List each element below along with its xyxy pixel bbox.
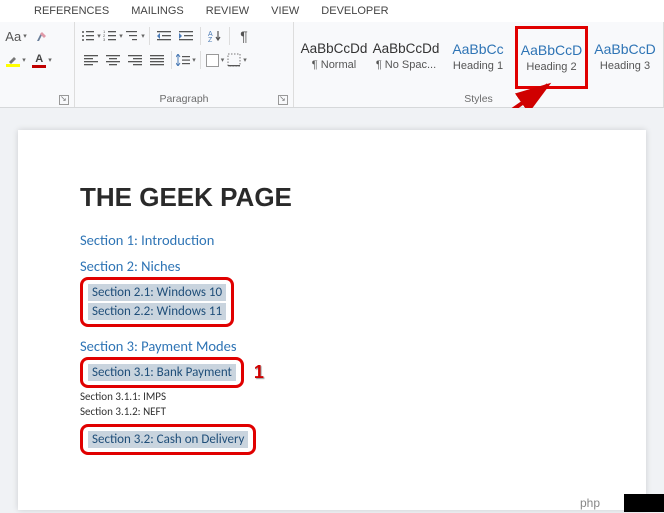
style-sample: AaBbCcDd [373,41,440,56]
svg-text:3: 3 [103,37,106,42]
multilevel-list-button[interactable] [124,25,146,47]
tab-mailings[interactable]: MAILINGS [129,4,186,18]
font-color-icon: A [32,53,46,68]
decrease-indent-button[interactable] [153,25,175,47]
styles-group: AaBbCcDd ¶ Normal AaBbCcDd ¶ No Spac... … [294,22,664,107]
style-heading2[interactable]: AaBbCcD Heading 2 [515,26,588,89]
page-title: THE GEEK PAGE [80,182,584,213]
show-hide-marks-button[interactable]: ¶ [233,25,255,47]
annotation-box-2: Section 3.1: Bank Payment [80,357,244,388]
style-normal[interactable]: AaBbCcDd ¶ Normal [299,26,369,86]
tab-view[interactable]: VIEW [269,4,301,18]
ribbon: Aa A 123 [0,22,664,108]
numbering-button[interactable]: 123 [102,25,124,47]
annotation-box-3: Section 3.2: Cash on Delivery [80,424,256,455]
font-group-label [0,105,74,107]
justify-button[interactable] [146,49,168,71]
section-3-2[interactable]: Section 3.2: Cash on Delivery [88,431,248,448]
style-heading1[interactable]: AaBbCc Heading 1 [443,26,513,86]
align-center-button[interactable] [102,49,124,71]
style-name: Heading 3 [600,60,650,72]
shading-button[interactable] [204,49,226,71]
style-name: ¶ Normal [312,59,356,71]
watermark: php [574,493,664,513]
align-right-button[interactable] [124,49,146,71]
tab-references[interactable]: REFERENCES [32,4,111,18]
change-case-label: Aa [5,29,21,44]
align-left-button[interactable] [80,49,102,71]
bullets-button[interactable] [80,25,102,47]
font-color-button[interactable]: A [31,49,53,71]
paragraph-group-label: Paragraph [75,93,293,107]
svg-text:Z: Z [208,37,213,42]
style-name: Heading 2 [526,61,576,73]
text-highlight-button[interactable] [5,49,27,71]
section-3-heading[interactable]: Section 3: Payment Modes [80,337,237,355]
tab-review[interactable]: REVIEW [204,4,251,18]
document-page[interactable]: THE GEEK PAGE Section 1: Introduction Se… [18,130,646,510]
section-2-1[interactable]: Section 2.1: Windows 10 [88,284,226,301]
section-3-1-2[interactable]: Section 3.1.2: NEFT [80,405,584,418]
annotation-1: 1 [254,362,264,383]
paragraph-dialog-launcher[interactable] [278,95,288,105]
styles-group-label: Styles [294,93,663,107]
style-name: Heading 1 [453,60,503,72]
annotation-box-1: Section 2.1: Windows 10 Section 2.2: Win… [80,277,234,327]
tab-developer[interactable]: DEVELOPER [319,4,390,18]
font-dialog-launcher[interactable] [59,95,69,105]
style-name: ¶ No Spac... [376,59,436,71]
font-group: Aa A [0,22,75,107]
style-heading3[interactable]: AaBbCcD Heading 3 [590,26,660,86]
section-3-1[interactable]: Section 3.1: Bank Payment [88,364,236,381]
style-sample: AaBbCcDd [301,41,368,56]
clear-formatting-button[interactable] [31,25,53,47]
borders-button[interactable] [226,49,248,71]
section-2-2[interactable]: Section 2.2: Windows 11 [88,303,226,320]
style-sample: AaBbCcD [594,41,655,57]
highlight-icon [6,54,20,67]
document-area: THE GEEK PAGE Section 1: Introduction Se… [0,108,664,513]
ribbon-tabs: REFERENCES MAILINGS REVIEW VIEW DEVELOPE… [0,0,664,22]
sort-button[interactable]: AZ [204,25,226,47]
paragraph-group: 123 AZ ¶ Paragraph [75,22,294,107]
section-2-heading[interactable]: Section 2: Niches [80,257,584,275]
line-spacing-button[interactable] [175,49,197,71]
increase-indent-button[interactable] [175,25,197,47]
style-sample: AaBbCcD [521,42,582,58]
section-3-1-1[interactable]: Section 3.1.1: IMPS [80,390,584,403]
style-no-spacing[interactable]: AaBbCcDd ¶ No Spac... [371,26,441,86]
section-1-heading[interactable]: Section 1: Introduction [80,231,584,249]
shading-icon [206,54,219,67]
change-case-button[interactable]: Aa [5,25,27,47]
style-sample: AaBbCc [452,41,503,57]
